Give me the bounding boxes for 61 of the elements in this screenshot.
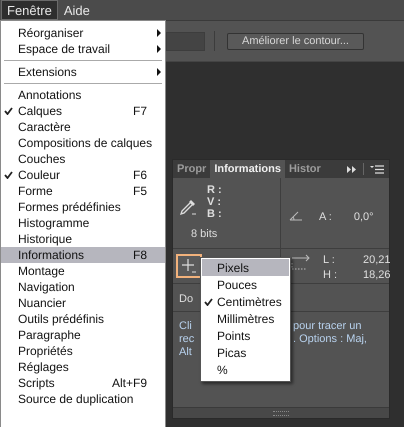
expand-icon[interactable] bbox=[347, 166, 357, 172]
panel-tab[interactable]: Propr bbox=[173, 160, 210, 178]
hint-text: . Options : Maj, bbox=[293, 333, 367, 346]
menu-item[interactable]: Extensions bbox=[1, 64, 165, 80]
channel-label: V : bbox=[207, 196, 222, 208]
menu-item[interactable]: Espace de travail bbox=[1, 41, 165, 57]
menu-item[interactable]: Nuancier bbox=[1, 295, 165, 311]
menu-item[interactable]: Forme F5 bbox=[1, 183, 165, 199]
unit-option[interactable]: Pixels bbox=[202, 259, 289, 276]
menubar-item[interactable]: Aide bbox=[58, 0, 96, 20]
dimension-label: H : bbox=[323, 268, 338, 282]
menu-item[interactable]: Caractère bbox=[1, 119, 165, 135]
panel-tab[interactable]: Histor bbox=[284, 160, 325, 178]
menu-item[interactable]: Histogramme bbox=[1, 215, 165, 231]
dimension-value: 20,21 bbox=[363, 254, 391, 268]
menu-item[interactable]: Informations F8 bbox=[1, 247, 165, 263]
panel-resize-grip[interactable] bbox=[173, 407, 389, 418]
document-label: Do bbox=[179, 293, 194, 305]
panel-tab[interactable]: Informations bbox=[210, 160, 285, 178]
crosshair-picker-button[interactable] bbox=[176, 254, 202, 278]
unit-option[interactable]: Millimètres bbox=[202, 310, 289, 327]
menu-item[interactable]: Source de duplication bbox=[1, 391, 165, 407]
menu-item[interactable]: Réglages bbox=[1, 359, 165, 375]
unit-option[interactable]: % bbox=[202, 361, 289, 378]
refine-edge-button[interactable]: Améliorer le contour... bbox=[227, 32, 364, 50]
menu-item[interactable]: Montage bbox=[1, 263, 165, 279]
menu-item[interactable]: Paragraphe bbox=[1, 327, 165, 343]
hint-text: pour tracer un bbox=[293, 320, 362, 333]
hint-text: Cli bbox=[179, 320, 192, 333]
dimension-value: 18,26 bbox=[363, 268, 391, 282]
angle-label: A : bbox=[319, 211, 332, 223]
menu-item[interactable]: Navigation bbox=[1, 279, 165, 295]
menu-item[interactable]: Outils prédéfinis bbox=[1, 311, 165, 327]
channel-label: B : bbox=[207, 208, 223, 220]
unit-option[interactable]: Centimètres bbox=[202, 293, 289, 310]
menu-item[interactable]: Historique bbox=[1, 231, 165, 247]
hint-text: Alt bbox=[179, 346, 192, 359]
angle-icon bbox=[289, 210, 303, 220]
unit-option[interactable]: Points bbox=[202, 327, 289, 344]
menu-item[interactable]: Propriétés bbox=[1, 343, 165, 359]
menu-item[interactable]: Formes prédéfinies bbox=[1, 199, 165, 215]
menu-item[interactable]: Couches bbox=[1, 151, 165, 167]
input-field[interactable] bbox=[166, 32, 205, 50]
menu-item[interactable]: Calques F7 bbox=[1, 103, 165, 119]
unit-option[interactable]: Picas bbox=[202, 344, 289, 361]
dimension-label: L : bbox=[323, 254, 336, 268]
unit-option[interactable]: Pouces bbox=[202, 276, 289, 293]
channel-label: R : bbox=[207, 184, 223, 196]
crosshair-icon bbox=[181, 258, 197, 274]
hint-text: rec bbox=[179, 333, 194, 346]
menu-item[interactable]: Couleur F6 bbox=[1, 167, 165, 183]
menu-item[interactable]: Compositions de calques bbox=[1, 135, 165, 151]
menu-item[interactable]: Scripts Alt+F9 bbox=[1, 375, 165, 391]
menubar-item[interactable]: Fenêtre bbox=[1, 0, 58, 20]
menu-item[interactable]: Annotations bbox=[1, 87, 165, 103]
angle-value: 0,0° bbox=[354, 211, 374, 223]
menu-item[interactable]: Réorganiser bbox=[1, 25, 165, 41]
menu-icon[interactable] bbox=[370, 164, 384, 174]
dimensions-icon bbox=[291, 254, 311, 270]
submenu-arrow-icon bbox=[157, 68, 161, 76]
bit-depth-label: 8 bits bbox=[190, 228, 218, 240]
